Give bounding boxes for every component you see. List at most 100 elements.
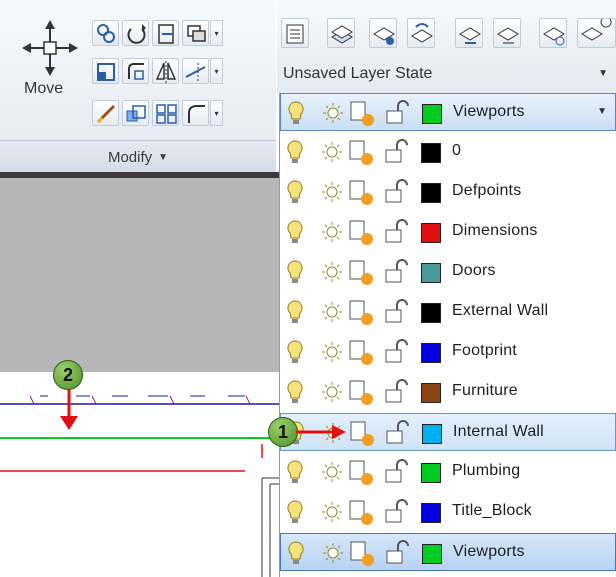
layer-freeze-button[interactable] [539,18,567,48]
lightbulb-icon[interactable] [286,459,304,485]
layer-match-button[interactable] [369,18,397,48]
rotate-button[interactable] [122,20,149,46]
layer-color-swatch[interactable] [422,424,442,444]
chevron-down-icon[interactable]: ▼ [597,106,607,117]
layer-color-swatch[interactable] [421,223,441,243]
layer-isolate-button[interactable] [455,18,483,48]
extend-button[interactable] [182,58,209,84]
layer-row[interactable]: Title_Block [280,493,616,531]
fillet-button[interactable] [122,58,149,84]
padlock-open-icon[interactable] [384,420,412,446]
padlock-open-icon[interactable] [383,459,411,485]
padlock-open-icon[interactable] [383,339,411,365]
layer-row[interactable]: Plumbing [280,453,616,491]
layer-color-swatch[interactable] [421,503,441,523]
layer-row[interactable]: 0 [280,133,616,171]
sun-icon[interactable] [320,379,344,405]
padlock-open-icon[interactable] [384,540,412,566]
sun-icon[interactable] [320,219,344,245]
modify-panel: Move ▾ ▾ ▾ Modify ▼ [0,0,276,173]
padlock-open-icon[interactable] [383,259,411,285]
layer-row[interactable]: Furniture [280,373,616,411]
padlock-open-icon[interactable] [383,139,411,165]
modify-panel-footer[interactable]: Modify ▼ [0,140,276,173]
layer-row[interactable]: Defpoints [280,173,616,211]
layer-color-swatch[interactable] [421,143,441,163]
trim-button[interactable] [152,20,179,46]
viewport-freeze-icon[interactable] [348,459,374,487]
layer-color-swatch[interactable] [421,383,441,403]
viewport-freeze-icon[interactable] [348,379,374,407]
layer-color-swatch[interactable] [421,183,441,203]
layer-name: Dimensions [452,222,538,239]
sun-icon[interactable] [321,100,345,126]
offset-button[interactable] [182,100,209,126]
layer-name: Furniture [452,382,518,399]
padlock-open-icon[interactable] [383,219,411,245]
layer-color-swatch[interactable] [421,303,441,323]
padlock-open-icon[interactable] [383,379,411,405]
viewport-freeze-icon[interactable] [349,100,375,128]
layer-color-swatch[interactable] [421,463,441,483]
viewport-freeze-icon[interactable] [348,179,374,207]
layer-unisolate-button[interactable] [493,18,521,48]
lightbulb-icon[interactable] [287,540,305,566]
layer-row[interactable]: Viewports [280,533,616,571]
viewport-freeze-icon[interactable] [348,499,374,527]
mirror-tool-button[interactable] [152,58,179,84]
erase-button[interactable] [182,20,209,46]
padlock-open-icon[interactable] [383,299,411,325]
sun-icon[interactable] [320,459,344,485]
viewport-freeze-icon[interactable] [348,259,374,287]
viewport-freeze-icon[interactable] [348,139,374,167]
viewport-freeze-icon[interactable] [348,339,374,367]
offset-dropdown-arrow[interactable]: ▾ [210,100,223,126]
viewport-freeze-icon[interactable] [349,540,375,568]
padlock-open-icon[interactable] [383,499,411,525]
layer-properties-button[interactable] [281,18,309,48]
sun-icon[interactable] [321,540,345,566]
viewport-freeze-icon[interactable] [348,299,374,327]
sun-icon[interactable] [320,179,344,205]
erase-dropdown-arrow[interactable]: ▾ [210,20,223,46]
layer-color-swatch[interactable] [422,544,442,564]
drawing-area[interactable] [0,372,280,577]
lightbulb-icon[interactable] [286,299,304,325]
sun-icon[interactable] [320,299,344,325]
array-button[interactable] [152,100,179,126]
lightbulb-icon[interactable] [286,379,304,405]
layer-state-dropdown[interactable]: Unsaved Layer State ▼ [277,61,616,87]
make-current-button[interactable] [327,18,355,48]
copy-button[interactable] [92,20,119,46]
sun-icon[interactable] [320,339,344,365]
layer-color-swatch[interactable] [421,343,441,363]
sun-icon[interactable] [320,259,344,285]
lightbulb-icon[interactable] [286,219,304,245]
sun-icon[interactable] [320,499,344,525]
padlock-open-icon[interactable] [384,100,412,126]
layer-row[interactable]: Footprint [280,333,616,371]
lightbulb-icon[interactable] [286,499,304,525]
layer-row[interactable]: Doors [280,253,616,291]
layer-row[interactable]: Dimensions [280,213,616,251]
viewport-freeze-icon[interactable] [348,219,374,247]
lightbulb-icon[interactable] [286,139,304,165]
lightbulb-icon[interactable] [286,339,304,365]
sun-icon[interactable] [320,139,344,165]
stretch-button[interactable] [92,100,119,126]
lightbulb-icon[interactable] [286,179,304,205]
mirror-button[interactable] [92,58,119,84]
current-layer-row[interactable]: Viewports ▼ [280,93,616,131]
layer-color-swatch[interactable] [422,104,442,124]
lightbulb-icon[interactable] [287,100,305,126]
padlock-open-icon[interactable] [383,179,411,205]
move-icon[interactable] [22,20,82,80]
layer-row[interactable]: External Wall [280,293,616,331]
move-label[interactable]: Move [24,80,63,98]
lightbulb-icon[interactable] [286,259,304,285]
scale-button[interactable] [122,100,149,126]
extend-dropdown-arrow[interactable]: ▾ [210,58,223,84]
layer-color-swatch[interactable] [421,263,441,283]
layer-off-button[interactable] [577,18,616,48]
layer-previous-button[interactable] [407,18,435,48]
